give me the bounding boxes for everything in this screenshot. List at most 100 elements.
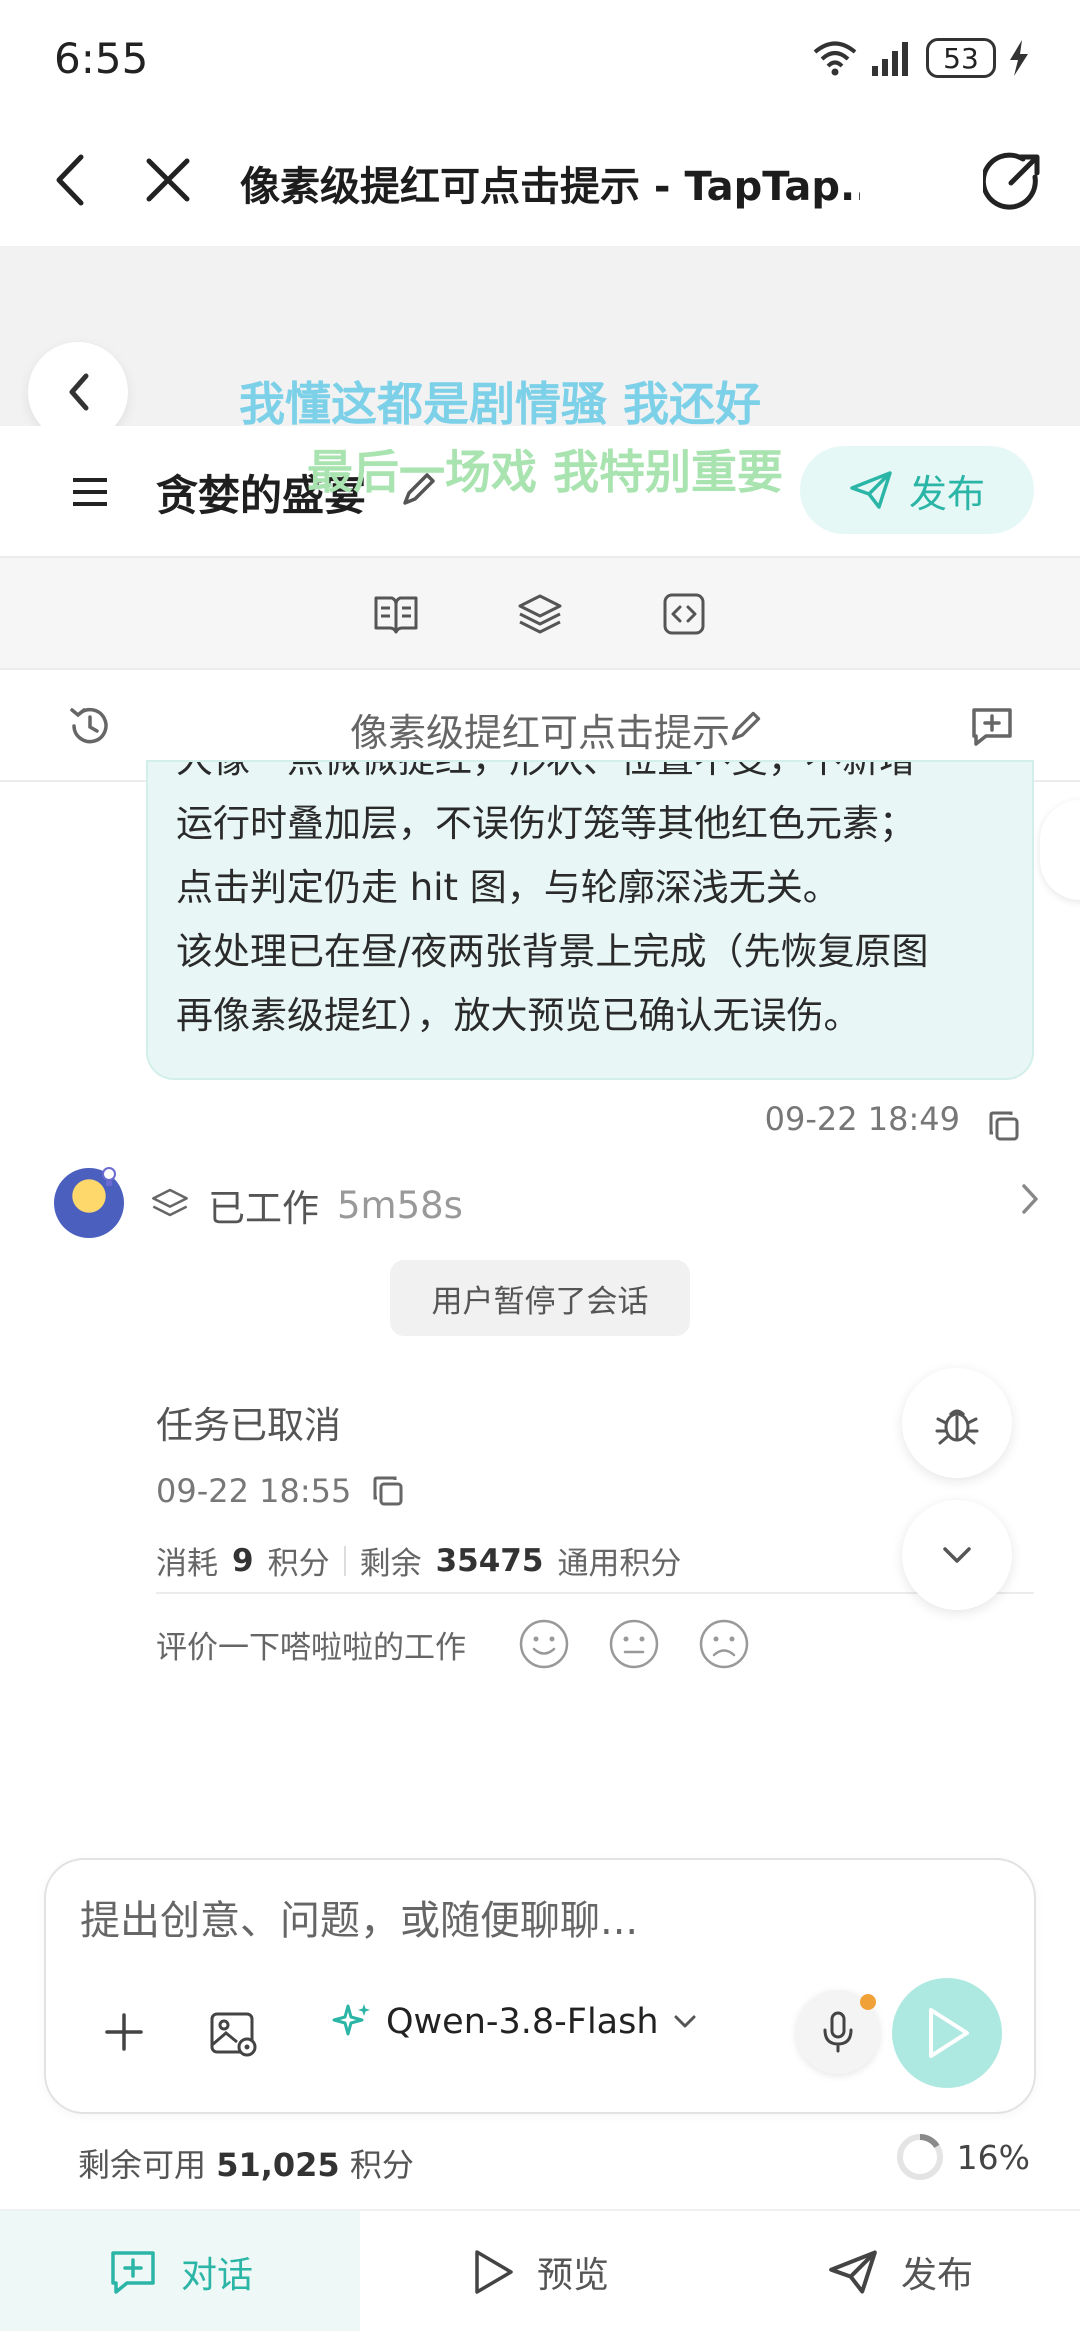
rating-row: 评价一下嗒啦啦的工作 (156, 1618, 750, 1670)
task-timestamp: 09-22 18:55 (156, 1472, 405, 1510)
project-title: 贪婪的盛宴 (156, 471, 367, 520)
available-credits: 剩余可用 51,025 积分 (78, 2140, 414, 2186)
close-button[interactable] (138, 150, 198, 210)
browser-bar: 像素级提红可点击提示 - TapTap... (0, 120, 1080, 246)
work-status-row[interactable]: 已工作 5m58s (150, 1178, 463, 1232)
credits-unit: 积分 (349, 2146, 414, 2184)
credit-usage: 消耗 9 积分 剩余 35475 通用积分 (156, 1538, 681, 1583)
tab-preview-label: 预览 (536, 2255, 609, 2296)
status-bar: 6:55 53 (0, 0, 1080, 120)
context-usage: 16% (895, 2132, 1030, 2182)
credits-value: 51,025 (216, 2146, 340, 2184)
remaining-prefix: 剩余 (359, 1546, 422, 1582)
rate-prompt: 评价一下嗒啦啦的工作 (156, 1629, 466, 1666)
voice-input-button[interactable] (796, 1990, 880, 2074)
close-icon (146, 158, 190, 202)
pencil-icon (731, 711, 761, 741)
code-button[interactable] (660, 590, 708, 638)
play-send-icon (929, 2008, 969, 2058)
play-icon (475, 2250, 513, 2294)
edit-title-button[interactable] (396, 466, 442, 512)
chevron-right-icon[interactable] (1020, 1182, 1040, 1216)
share-button[interactable] (980, 148, 1046, 214)
message-line: 再像素级提红），放大预览已确认无误伤。 (176, 994, 861, 1037)
consumed-unit: 积分 (267, 1546, 330, 1582)
remaining-value: 35475 (435, 1542, 544, 1579)
book-button[interactable] (372, 590, 420, 638)
layers-icon (518, 594, 562, 634)
remaining-unit: 通用积分 (557, 1546, 682, 1582)
add-button[interactable] (98, 2006, 150, 2058)
session-paused-notice: 用户暂停了会话 (390, 1260, 690, 1336)
session-title-text: 像素级提红可点击提示 (349, 711, 730, 755)
task-status: 任务已取消 (156, 1404, 341, 1447)
layers-icon (152, 1188, 188, 1217)
model-name: Qwen-3.8-Flash (386, 2002, 659, 2042)
bug-icon (935, 1409, 979, 1445)
assistant-message: 大像一点微微提红，形状、位置不变，不新增 运行时叠加层，不误伤灯笼等其他红色元素… (146, 760, 1034, 1080)
image-gear-icon (210, 2012, 257, 2057)
message-composer: Qwen-3.8-Flash (44, 1858, 1036, 2114)
session-title: 像素级提红可点击提示 (0, 702, 1080, 757)
consumed-value: 9 (232, 1542, 254, 1579)
tab-chat-label: 对话 (180, 2255, 253, 2296)
chevron-left-icon (56, 154, 84, 206)
progress-ring-icon (896, 2134, 943, 2180)
tab-publish-label: 发布 (900, 2255, 973, 2296)
sparkle-icon (332, 2004, 370, 2036)
publish-button[interactable]: 发布 (800, 446, 1034, 534)
send-icon (850, 471, 892, 509)
layers-button[interactable] (516, 590, 564, 638)
pencil-icon (403, 473, 435, 505)
divider (156, 1592, 1034, 1594)
new-chat-button[interactable] (966, 700, 1018, 752)
new-chat-icon (972, 708, 1012, 746)
wifi-icon (813, 41, 857, 76)
status-icons: 53 (812, 38, 1030, 78)
task-time-text: 09-22 18:55 (156, 1472, 352, 1510)
neutral-face-icon[interactable] (608, 1618, 660, 1670)
edit-session-button[interactable] (726, 706, 766, 746)
charging-icon (1010, 40, 1028, 76)
rating-options (518, 1618, 750, 1670)
code-icon (663, 593, 705, 635)
chevron-down-icon (943, 1547, 971, 1563)
message-line: 大像一点微微提红，形状、位置不变，不新增 (176, 762, 1004, 792)
book-icon (374, 596, 418, 634)
message-input[interactable] (80, 1898, 980, 1944)
model-selector[interactable]: Qwen-3.8-Flash (332, 2002, 697, 2042)
lightbulb-icon (102, 1167, 116, 1186)
app-header: 贪婪的盛宴 发布 (0, 426, 1080, 558)
menu-icon (73, 478, 107, 506)
tab-publish[interactable]: 发布 (720, 2211, 1080, 2331)
work-label: 已工作 (208, 1187, 319, 1230)
tab-preview[interactable]: 预览 (360, 2211, 720, 2331)
smile-face-icon[interactable] (518, 1618, 570, 1670)
copy-icon (989, 1111, 1019, 1141)
back-button[interactable] (40, 150, 100, 210)
publish-label: 发布 (908, 471, 985, 516)
image-settings-button[interactable] (206, 2006, 262, 2062)
side-floating-handle[interactable] (1040, 800, 1080, 900)
menu-button[interactable] (66, 468, 114, 516)
consumed-prefix: 消耗 (156, 1546, 218, 1582)
send-button[interactable] (892, 1978, 1002, 2088)
context-percent: 16% (956, 2137, 1030, 2177)
message-line: 该处理已在昼/夜两张背景上完成（先恢复原图 (176, 930, 929, 973)
work-duration: 5m58s (337, 1183, 463, 1227)
battery-indicator: 53 (926, 38, 996, 78)
share-icon (983, 152, 1040, 210)
notification-dot (860, 1994, 876, 2010)
chat-icon (111, 2251, 155, 2294)
status-time: 6:55 (54, 34, 149, 83)
copy-icon[interactable] (371, 1474, 405, 1508)
copy-message-button[interactable] (984, 1106, 1024, 1146)
credits-prefix: 剩余可用 (78, 2146, 207, 2184)
scroll-down-button[interactable] (902, 1500, 1012, 1610)
send-icon (829, 2250, 877, 2294)
debug-button[interactable] (902, 1368, 1012, 1478)
sad-face-icon[interactable] (698, 1618, 750, 1670)
tab-chat[interactable]: 对话 (0, 2211, 360, 2331)
microphone-icon (823, 2011, 853, 2053)
usage-separator (343, 1545, 346, 1576)
